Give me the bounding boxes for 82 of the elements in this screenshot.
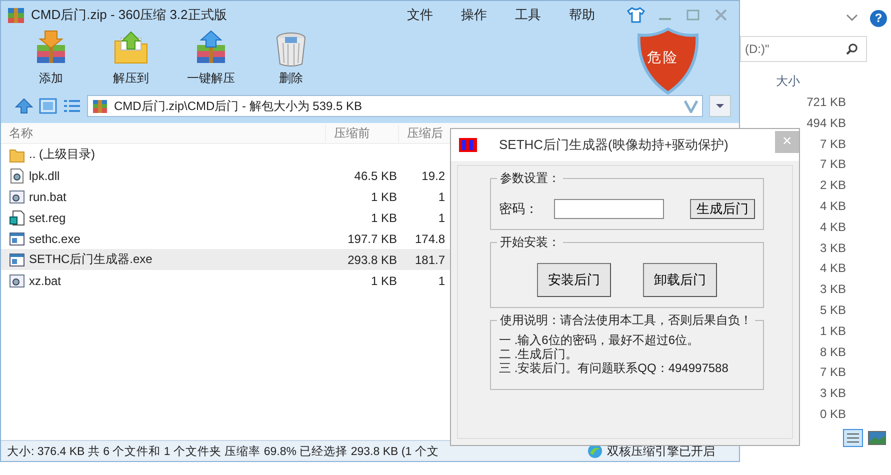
group-title: 开始安装：	[497, 234, 563, 251]
column-header[interactable]: 名称	[1, 124, 325, 142]
program-window-icon	[9, 230, 25, 246]
instruction-text: 二 .生成后门。	[499, 347, 579, 361]
menu-item[interactable]: 操作	[461, 6, 487, 24]
file-size: 1 KB	[370, 210, 397, 224]
help-button[interactable]: ?	[870, 10, 887, 26]
file-size: 46.5 KB	[354, 168, 397, 182]
risk-label: 危险	[647, 49, 679, 67]
toolbar-button[interactable]: 一键解压	[181, 29, 241, 87]
compressed-size: 181.7	[414, 252, 445, 266]
archive-icon	[7, 6, 25, 24]
window-view-icon[interactable]	[39, 98, 57, 114]
file-size: 494 KB	[806, 114, 846, 132]
file-name: SETHC后门生成器.exe	[29, 251, 152, 268]
compressed-size: 1	[438, 190, 445, 204]
file-size: 3 KB	[820, 240, 846, 257]
cube-file-icon	[9, 210, 25, 226]
toolbar-button[interactable]: 删除	[261, 29, 321, 87]
file-name: run.bat	[29, 190, 66, 204]
action-button[interactable]: 卸载后门	[643, 263, 717, 297]
program-window-icon	[9, 252, 25, 268]
file-size: 1 KB	[370, 190, 397, 204]
file-name: .. (上级目录)	[29, 146, 95, 163]
file-name: sethc.exe	[29, 232, 80, 246]
file-name: xz.bat	[29, 274, 62, 288]
status-text: 大小: 376.4 KB 共 6 个文件和 1 个文件夹 压缩率 69.8% 已经选择 293.8 KB (1 个文	[7, 444, 439, 458]
file-size: 4 KB	[820, 198, 846, 215]
compressed-size: 1	[438, 210, 445, 224]
menu-item[interactable]: 文件	[407, 6, 433, 24]
file-size: 3 KB	[820, 385, 846, 402]
compressed-size: 1	[438, 274, 445, 288]
up-arrow-icon[interactable]	[15, 98, 33, 114]
group-title: 参数设置：	[497, 170, 563, 187]
details-view-icon[interactable]	[843, 429, 863, 447]
file-size: 7 KB	[820, 136, 846, 153]
compressed-size: 174.8	[414, 232, 445, 246]
search-icon	[846, 43, 858, 55]
app-icon	[459, 138, 477, 152]
address-bar[interactable]: CMD后门.zip\CMD后门 - 解包大小为 539.5 KB	[87, 95, 703, 117]
window-title: SETHC后门生成器(映像劫持+驱动保护)	[499, 136, 730, 154]
column-header[interactable]: 压缩前	[325, 124, 398, 142]
risk-badge	[637, 27, 699, 95]
action-button[interactable]: 安装后门	[537, 263, 611, 297]
menu-item[interactable]: 工具	[515, 6, 541, 24]
file-size: 1 KB	[370, 274, 397, 288]
folder-icon	[9, 146, 25, 162]
toolbar-button[interactable]: 解压到	[101, 29, 161, 87]
list-view-icon[interactable]	[63, 98, 81, 114]
instruction-text: 一 .输入6位的密码，最好不超过6位。	[499, 333, 700, 347]
menu-item[interactable]: 帮助	[569, 6, 595, 24]
file-size: 7 KB	[820, 364, 846, 382]
file-size: 7 KB	[820, 156, 846, 174]
thumbnail-view-icon[interactable]	[867, 429, 887, 447]
compressed-size: 19.2	[422, 168, 445, 182]
file-size: 5 KB	[820, 302, 846, 319]
archive-icon	[92, 98, 108, 114]
window-title: CMD后门.zip - 360压缩 3.2正式版	[31, 6, 227, 24]
file-size: 293.8 KB	[348, 252, 397, 266]
instruction-text: 三 .安装后门。有问题联系QQ：494997588	[499, 361, 730, 375]
file-size: 4 KB	[820, 260, 846, 278]
file-size: 4 KB	[820, 218, 846, 236]
file-size: 3 KB	[820, 281, 846, 298]
column-header[interactable]: 大小	[740, 70, 846, 92]
toolbar-button[interactable]: 添加	[21, 29, 81, 87]
password-field[interactable]	[554, 199, 664, 219]
file-name: lpk.dll	[29, 168, 60, 182]
group-title: 使用说明：请合法使用本工具，否则后果自负！	[497, 312, 755, 329]
file-size: 1 KB	[820, 322, 846, 340]
chevron-down-icon[interactable]	[846, 14, 858, 22]
generate-button[interactable]: 生成后门	[690, 199, 755, 219]
file-size: 721 KB	[806, 94, 846, 111]
file-size: 8 KB	[820, 344, 846, 361]
v-mark-icon	[684, 99, 698, 113]
file-name: set.reg	[29, 210, 66, 224]
shirt-icon[interactable]	[627, 7, 645, 23]
file-size: 197.7 KB	[348, 232, 397, 246]
file-size: 0 KB	[820, 406, 846, 423]
field-label: 密码：	[499, 200, 539, 218]
search-field[interactable]: (D:)"	[740, 36, 867, 62]
file-size: 2 KB	[820, 177, 846, 194]
engine-status: 双核压缩引擎已开启	[607, 442, 715, 460]
